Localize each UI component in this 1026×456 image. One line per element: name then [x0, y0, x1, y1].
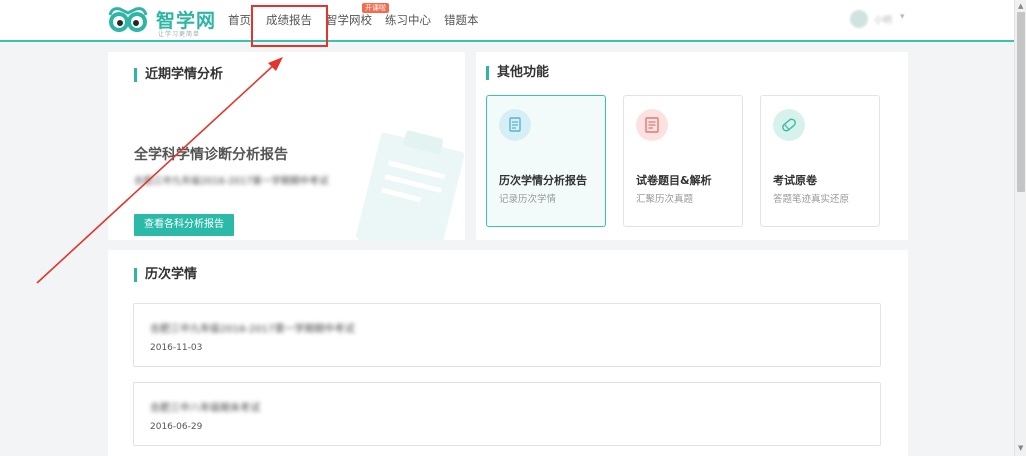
- report-icon: [499, 109, 531, 141]
- logo-slogan: 让学习更简单: [158, 31, 201, 38]
- page-scrollbar[interactable]: ▲ ▼: [1014, 0, 1026, 456]
- user-menu[interactable]: 小明 ▾: [848, 10, 912, 30]
- section-title-history: 历次学情: [134, 268, 197, 282]
- section-title-other: 其他功能: [486, 66, 549, 80]
- exam-paper-icon: [636, 109, 668, 141]
- func-subtitle: 答题笔迹真实还原: [773, 194, 850, 205]
- chevron-down-icon: ▾: [900, 12, 905, 22]
- scroll-icon: [773, 109, 805, 141]
- history-card: 历次学情 合肥三中九年级2016-2017第一学期期中考试 2016-11-03…: [108, 250, 908, 456]
- scroll-up-arrow-icon[interactable]: ▲: [1018, 2, 1023, 10]
- recent-analysis-card: 近期学情分析 全学科学情诊断分析报告 合肥三中九年级2016-2017第一学期期…: [108, 52, 465, 240]
- view-subject-reports-button[interactable]: 查看各科分析报告: [134, 214, 234, 236]
- top-header: 智学网 让学习更简单 首页 成绩报告 智学网校 练习中心 错题本 开课啦 小明 …: [0, 0, 1014, 42]
- exam-name: 合肥三中九年级2016-2017第一学期期中考试: [134, 176, 329, 187]
- nav-score-report[interactable]: 成绩报告: [266, 12, 312, 28]
- exam-name: 合肥三中八年级期末考试: [150, 403, 260, 414]
- exam-date: 2016-11-03: [150, 343, 203, 353]
- list-item[interactable]: 合肥三中八年级期末考试 2016-06-29: [133, 382, 881, 446]
- scroll-thumb[interactable]: [1017, 12, 1025, 192]
- nav-online-school[interactable]: 智学网校: [326, 12, 372, 28]
- original-paper-tile[interactable]: 考试原卷 答题笔迹真实还原: [760, 95, 880, 227]
- avatar: [850, 10, 868, 28]
- func-title: 考试原卷: [773, 174, 817, 187]
- clipboard-decoration-icon: [356, 130, 465, 240]
- user-name: 小明: [874, 16, 893, 26]
- history-reports-tile[interactable]: 历次学情分析报告 记录历次学情: [486, 95, 606, 227]
- nav-home[interactable]: 首页: [228, 12, 251, 28]
- owl-logo-icon: [108, 7, 148, 32]
- exam-questions-tile[interactable]: 试卷题目&解析 汇聚历次真题: [623, 95, 743, 227]
- report-title: 全学科学情诊断分析报告: [134, 147, 288, 163]
- func-subtitle: 汇聚历次真题: [636, 194, 694, 205]
- func-subtitle: 记录历次学情: [499, 194, 557, 205]
- func-title: 试卷题目&解析: [636, 174, 712, 187]
- scroll-down-arrow-icon[interactable]: ▼: [1018, 444, 1023, 452]
- section-title-recent: 近期学情分析: [134, 68, 223, 82]
- logo[interactable]: 智学网 让学习更简单: [106, 4, 226, 38]
- new-course-badge: 开课啦: [362, 3, 389, 13]
- nav-mistake-book[interactable]: 错题本: [444, 12, 479, 28]
- exam-name: 合肥三中九年级2016-2017第一学期期中考试: [150, 324, 355, 335]
- exam-date: 2016-06-29: [150, 422, 203, 432]
- list-item[interactable]: 合肥三中九年级2016-2017第一学期期中考试 2016-11-03: [133, 303, 881, 367]
- other-functions-card: 其他功能 历次学情分析报告 记录历次学情 试卷题目&解析 汇聚历次真题 考试原卷…: [476, 52, 908, 240]
- nav-practice-center[interactable]: 练习中心: [385, 12, 431, 28]
- func-title: 历次学情分析报告: [499, 174, 587, 187]
